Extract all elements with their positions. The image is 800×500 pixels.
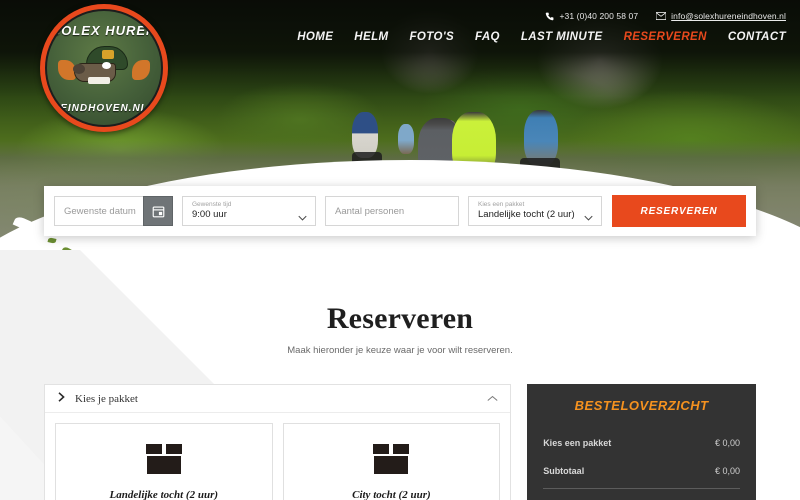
nav-item-reserveren[interactable]: RESERVEREN <box>624 31 707 43</box>
summary-row-total: Totaal € 0,00 <box>543 489 740 500</box>
time-label: Gewenste tijd <box>192 201 232 208</box>
package-panel-header[interactable]: Kies je pakket <box>45 385 511 413</box>
package-panel-title: Kies je pakket <box>75 392 138 405</box>
contact-info: +31 (0)40 200 58 07 info@solexhureneindh… <box>545 11 786 21</box>
package-value: Landelijke tocht (2 uur) <box>478 209 575 220</box>
date-placeholder: Gewenste datum <box>64 205 136 217</box>
logo-inner-disc: SOLEX HUREN EINDHOVEN.NL <box>45 9 163 127</box>
logo-top-text: SOLEX HUREN <box>51 23 157 38</box>
package-label: Kies een pakket <box>478 201 525 208</box>
package-list: Landelijke tocht (2 uur) City tocht (2 u… <box>45 413 510 500</box>
site-logo[interactable]: SOLEX HUREN EINDHOVEN.NL <box>40 4 168 132</box>
order-summary-title: BESTELOVERZICHT <box>574 398 709 413</box>
chevron-down-icon <box>298 208 307 226</box>
mascot-nose <box>73 64 85 75</box>
summary-row-amount: € 0,00 <box>714 438 740 448</box>
package-card-title: Landelijke tocht (2 uur) <box>109 488 219 500</box>
chevron-up-icon[interactable] <box>487 393 498 405</box>
package-panel: Kies je pakket Landelijke tocht (2 uur) <box>44 384 512 500</box>
booking-bar: Gewenste datum Gewenste tijd 9:00 uur Aa… <box>44 186 756 236</box>
package-select[interactable]: Kies een pakket Landelijke tocht (2 uur) <box>468 196 602 226</box>
mascot-teeth <box>88 77 110 85</box>
persons-placeholder: Aantal personen <box>335 205 405 217</box>
time-value: 9:00 uur <box>192 209 227 220</box>
mascot-eye <box>102 62 111 70</box>
order-summary: BESTELOVERZICHT Kies een pakket € 0,00 S… <box>527 384 756 500</box>
content-columns: Kies je pakket Landelijke tocht (2 uur) <box>0 384 800 500</box>
logo-bottom-text: EINDHOVEN.NL <box>60 103 148 114</box>
main-navigation: HOME HELM FOTO'S FAQ LAST MINUTE RESERVE… <box>297 31 786 43</box>
nav-item-last-minute[interactable]: LAST MINUTE <box>521 31 603 43</box>
nav-item-fotos[interactable]: FOTO'S <box>409 31 454 43</box>
summary-row-amount: € 0,00 <box>714 466 740 476</box>
nav-item-contact[interactable]: CONTACT <box>728 31 786 43</box>
package-card-city[interactable]: City tocht (2 uur) <box>282 423 501 500</box>
summary-row-label: Kies een pakket <box>543 438 612 448</box>
reserve-button[interactable]: RESERVEREN <box>612 195 746 227</box>
chevron-down-icon <box>584 208 593 226</box>
phone-contact[interactable]: +31 (0)40 200 58 07 <box>545 11 638 21</box>
box-icon <box>371 442 411 476</box>
nav-item-faq[interactable]: FAQ <box>475 31 500 43</box>
phone-number: +31 (0)40 200 58 07 <box>559 11 639 21</box>
logo-mascot-icon <box>58 46 150 94</box>
summary-row-label: Subtotaal <box>543 466 585 476</box>
page-subtitle: Maak hieronder je keuze waar je voor wil… <box>287 345 513 356</box>
nav-item-helm[interactable]: HELM <box>354 31 388 43</box>
page-title: Reserveren <box>326 302 474 335</box>
chevron-right-icon <box>57 392 66 405</box>
box-icon <box>144 442 184 476</box>
date-field[interactable]: Gewenste datum <box>54 196 173 226</box>
persons-field[interactable]: Aantal personen <box>325 196 459 226</box>
calendar-icon[interactable] <box>143 196 173 226</box>
main-content: Reserveren Maak hieronder je keuze waar … <box>0 262 800 500</box>
mascot-helmet-badge <box>102 50 114 60</box>
envelope-icon <box>656 12 667 20</box>
summary-row-package: Kies een pakket € 0,00 <box>543 429 740 457</box>
email-contact[interactable]: info@solexhureneindhoven.nl <box>656 11 786 21</box>
package-card-title: City tocht (2 uur) <box>352 488 431 500</box>
time-select[interactable]: Gewenste tijd 9:00 uur <box>182 196 316 226</box>
package-card-landelijke[interactable]: Landelijke tocht (2 uur) <box>55 423 273 500</box>
summary-row-subtotal: Subtotaal € 0,00 <box>543 457 740 485</box>
email-address: info@solexhureneindhoven.nl <box>671 11 786 21</box>
mascot-wing <box>132 60 150 81</box>
phone-icon <box>545 12 554 21</box>
page-root: +31 (0)40 200 58 07 info@solexhureneindh… <box>0 0 800 500</box>
nav-item-home[interactable]: HOME <box>297 31 333 43</box>
hero-rider <box>398 124 414 154</box>
